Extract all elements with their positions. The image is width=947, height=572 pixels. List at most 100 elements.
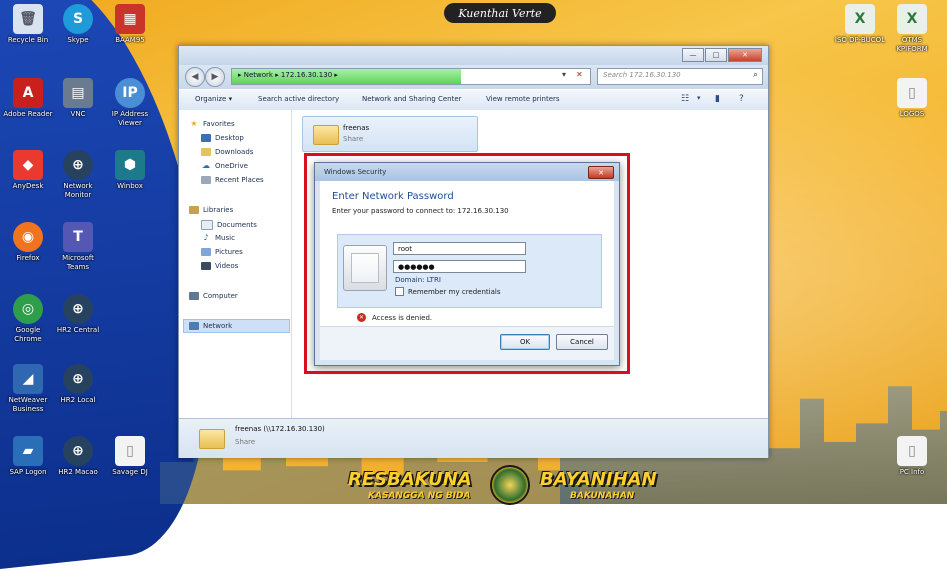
desktop-icon-hr2-macao[interactable]: ⊕ HR2 Macao: [52, 436, 104, 477]
document-icon: ▯: [897, 78, 927, 108]
globe-icon: ⊕: [63, 294, 93, 324]
videos-icon: [201, 262, 211, 270]
globe-icon: ⊕: [63, 364, 93, 394]
desktop-icon-logos[interactable]: ▯ LOGOS: [886, 78, 938, 119]
back-button[interactable]: ◀: [185, 67, 205, 87]
sidebar-item-onedrive[interactable]: ☁ OneDrive: [201, 161, 248, 171]
winbox-icon: ⬢: [115, 150, 145, 180]
watermark-logo: Kuenthai Verte: [444, 3, 556, 23]
organize-button[interactable]: Organize ▾: [195, 95, 232, 103]
globe-icon: ⊕: [63, 436, 93, 466]
banner-left-subtitle: KASANGGA NG BIDA: [368, 491, 471, 501]
sidebar-item-desktop[interactable]: Desktop: [201, 134, 244, 142]
campaign-banner: RESBAKUNA KASANGGA NG BIDA BAYANIHAN BAK…: [348, 463, 678, 505]
recent-places-icon: [201, 176, 211, 184]
recycle-bin-icon: 🗑: [13, 4, 43, 34]
government-seal: [490, 465, 530, 505]
teams-icon: T: [63, 222, 93, 252]
desktop-icon-baam95[interactable]: ▦ BAAM95: [104, 4, 156, 45]
search-box[interactable]: Search 172.16.30.130 ⌕: [597, 68, 763, 85]
view-remote-printers-button[interactable]: View remote printers: [486, 95, 560, 103]
network-sharing-center-button[interactable]: Network and Sharing Center: [362, 95, 462, 103]
desktop-icon-chrome[interactable]: ◎ Google Chrome: [2, 294, 54, 344]
desktop-icon-ip-viewer[interactable]: IP IP Address Viewer: [104, 78, 156, 128]
details-name: freenas (\\172.16.30.130): [235, 425, 325, 433]
document-icon: ▯: [115, 436, 145, 466]
pdf-icon: A: [13, 78, 43, 108]
sidebar-item-pictures[interactable]: Pictures: [201, 248, 243, 256]
desktop-icon-anydesk[interactable]: ◆ AnyDesk: [2, 150, 54, 191]
share-type: Share: [343, 135, 364, 143]
sidebar-item-documents[interactable]: Documents: [201, 220, 257, 230]
address-bar[interactable]: ▸ Network ▸ 172.16.30.130 ▸ ▾ ✕: [231, 68, 591, 85]
banner-right-title: BAYANIHAN: [540, 469, 657, 490]
details-pane: freenas (\\172.16.30.130) Share: [179, 418, 768, 458]
network-icon: [189, 322, 199, 330]
banner-left-title: RESBAKUNA: [348, 469, 472, 490]
desktop-icon-iso-dp[interactable]: X ISO DP-BUCOL: [834, 4, 886, 45]
chrome-icon: ◎: [13, 294, 43, 324]
cloud-icon: ☁: [202, 161, 210, 170]
music-icon: ♪: [203, 233, 209, 242]
share-name: freenas: [343, 124, 370, 132]
vnc-icon: ▤: [63, 78, 93, 108]
stop-icon[interactable]: ✕: [576, 70, 583, 79]
sidebar-item-network[interactable]: Network: [183, 319, 290, 333]
excel-icon: X: [845, 4, 875, 34]
sidebar-item-music[interactable]: ♪ Music: [201, 233, 234, 243]
document-icon: ▯: [897, 436, 927, 466]
desktop-icon-netweaver[interactable]: ◢ NetWeaver Business: [2, 364, 54, 414]
minimize-button[interactable]: —: [682, 48, 704, 62]
sidebar-item-videos[interactable]: Videos: [201, 262, 238, 270]
shared-folder-icon: [199, 429, 225, 449]
desktop-icon-vnc[interactable]: ▤ VNC: [52, 78, 104, 119]
search-active-directory-button[interactable]: Search active directory: [258, 95, 339, 103]
share-item-freenas[interactable]: freenas Share: [302, 116, 478, 152]
desktop-icon-firefox[interactable]: ◉ Firefox: [2, 222, 54, 263]
downloads-icon: [201, 148, 211, 156]
navigation-bar: ◀ ▶ ▸ Network ▸ 172.16.30.130 ▸ ▾ ✕ Sear…: [179, 65, 768, 89]
maximize-button[interactable]: □: [705, 48, 727, 62]
desktop-icon-adobe-reader[interactable]: A Adobe Reader: [2, 78, 54, 119]
firefox-icon: ◉: [13, 222, 43, 252]
app-cubes-icon: ▦: [115, 4, 145, 34]
views-dropdown-icon[interactable]: ▾: [697, 94, 701, 102]
help-icon[interactable]: ?: [739, 94, 744, 104]
sidebar-item-libraries[interactable]: Libraries: [189, 206, 233, 214]
sap-logon-icon: ▰: [13, 436, 43, 466]
arrow-right-icon: ▶: [211, 72, 219, 82]
close-button[interactable]: ✕: [728, 48, 762, 62]
desktop-icon: [201, 134, 211, 142]
details-type: Share: [235, 438, 256, 446]
desktop-icon-otms[interactable]: X OTMS KPIFORM: [886, 4, 938, 54]
desktop-icon-hr2-local[interactable]: ⊕ HR2 Local: [52, 364, 104, 405]
desktop-icon-winbox[interactable]: ⬢ Winbox: [104, 150, 156, 191]
search-input[interactable]: Search 172.16.30.130: [603, 71, 681, 79]
ip-icon: IP: [115, 78, 145, 108]
desktop-icon-skype[interactable]: S Skype: [52, 4, 104, 45]
sidebar-item-computer[interactable]: Computer: [189, 292, 238, 300]
excel-icon: X: [897, 4, 927, 34]
desktop-icon-hr2-central[interactable]: ⊕ HR2 Central: [52, 294, 104, 335]
sidebar-item-downloads[interactable]: Downloads: [201, 148, 253, 156]
desktop-icon-savage-dj[interactable]: ▯ Savage DJ: [104, 436, 156, 477]
banner-right-subtitle: BAKUNAHAN: [570, 491, 635, 501]
window-controls: — □ ✕: [682, 48, 762, 62]
desktop-icon-recycle-bin[interactable]: 🗑 Recycle Bin: [2, 4, 54, 45]
sidebar-item-favorites[interactable]: ★ Favorites: [189, 120, 234, 129]
forward-button[interactable]: ▶: [205, 67, 225, 87]
arrow-left-icon: ◀: [191, 72, 199, 82]
address-text: ▸ Network ▸ 172.16.30.130 ▸: [238, 71, 338, 79]
views-icon[interactable]: ☷: [681, 94, 689, 104]
globe-icon: ⊕: [63, 150, 93, 180]
computer-icon: [189, 292, 199, 300]
sidebar-item-recent-places[interactable]: Recent Places: [201, 176, 264, 184]
desktop-icon-sap-logon[interactable]: ▰ SAP Logon: [2, 436, 54, 477]
desktop-icon-pc-info[interactable]: ▯ PC Info: [886, 436, 938, 477]
address-dropdown-icon[interactable]: ▾: [562, 70, 566, 79]
desktop-icon-teams[interactable]: T Microsoft Teams: [52, 222, 104, 272]
preview-pane-icon[interactable]: ▮: [715, 94, 720, 104]
window-titlebar[interactable]: — □ ✕: [179, 46, 768, 65]
desktop-icon-network-monitor[interactable]: ⊕ Network Monitor: [52, 150, 104, 200]
documents-icon: [201, 220, 213, 230]
